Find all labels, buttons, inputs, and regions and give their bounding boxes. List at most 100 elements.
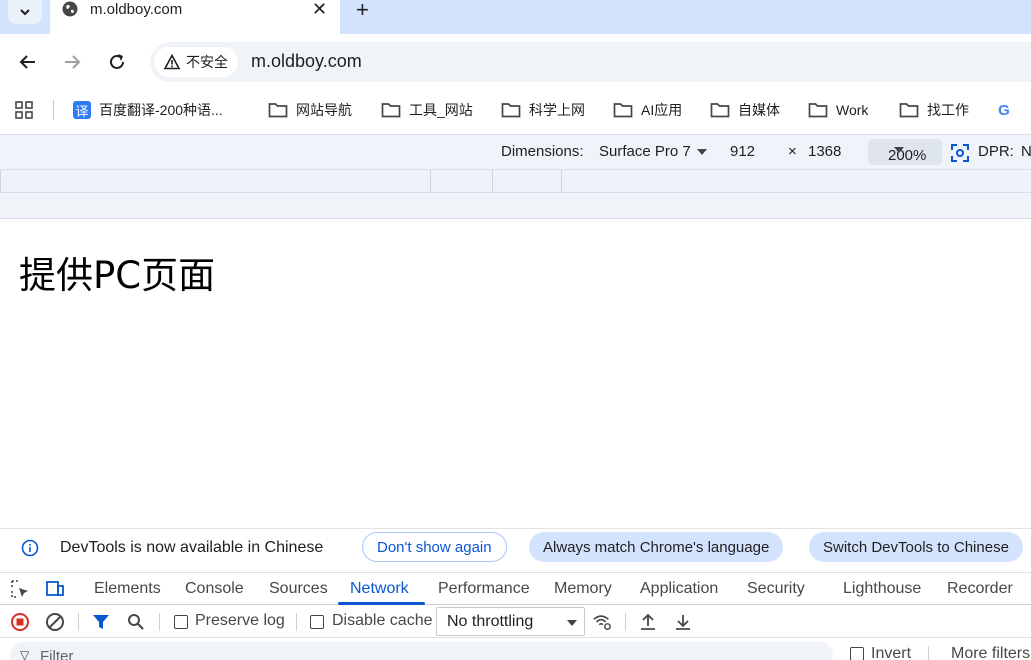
always-match-language-button[interactable]: Always match Chrome's language xyxy=(529,532,784,562)
media-query-segment[interactable] xyxy=(561,170,1031,192)
forward-button[interactable] xyxy=(60,50,84,74)
network-conditions-button[interactable] xyxy=(592,612,612,632)
media-query-bar xyxy=(0,169,1031,193)
folder-icon xyxy=(501,103,521,118)
throttling-select[interactable]: No throttling xyxy=(436,607,585,636)
bookmark-folder-media[interactable]: 自媒体 xyxy=(710,99,780,121)
bookmark-google[interactable]: G xyxy=(996,99,1012,121)
security-chip[interactable]: 不安全 xyxy=(154,47,238,77)
dont-show-again-button[interactable]: Don't show again xyxy=(362,532,507,562)
folder-icon xyxy=(808,103,828,118)
bookmark-label: 百度翻译-200种语... xyxy=(99,102,223,118)
dpr-value[interactable]: N xyxy=(1021,143,1031,160)
tab-recorder[interactable]: Recorder xyxy=(947,580,1013,598)
import-har-button[interactable] xyxy=(638,612,658,632)
media-query-segment[interactable] xyxy=(430,170,492,192)
address-bar[interactable]: 不安全 m.oldboy.com xyxy=(150,42,1031,82)
tab-console[interactable]: Console xyxy=(185,580,244,598)
tab-elements[interactable]: Elements xyxy=(94,580,161,598)
clear-button[interactable] xyxy=(45,612,65,632)
devtools-tabbar: Elements Console Sources Network Perform… xyxy=(0,572,1031,605)
bookmark-label: 自媒体 xyxy=(738,102,780,118)
tab-performance[interactable]: Performance xyxy=(438,580,530,598)
page-viewport: 提供PC页面 xyxy=(0,219,1031,531)
caret-down-icon xyxy=(894,147,904,153)
active-tab[interactable]: m.oldboy.com ✕ xyxy=(50,0,340,34)
invert-label: Invert xyxy=(871,645,912,660)
dimensions-label: Dimensions: xyxy=(501,143,584,160)
bookmark-label: 找工作 xyxy=(927,102,969,118)
height-input[interactable]: 1368 xyxy=(808,143,841,160)
security-label: 不安全 xyxy=(186,54,228,70)
toolbar-separator xyxy=(159,613,160,631)
zoom-select[interactable]: 200% xyxy=(868,139,942,165)
download-icon xyxy=(676,615,690,630)
dpr-label: DPR: xyxy=(978,143,1014,160)
ruler-gutter xyxy=(0,193,1031,219)
bookmark-baidu-fanyi[interactable]: 译 百度翻译-200种语... xyxy=(73,99,223,121)
preserve-log-checkbox[interactable] xyxy=(174,615,188,629)
reload-button[interactable] xyxy=(105,50,129,74)
media-query-segment[interactable] xyxy=(0,170,430,192)
bookmark-folder-jobs[interactable]: 找工作 xyxy=(899,99,969,121)
width-input[interactable]: 912 xyxy=(730,143,755,160)
tab-lighthouse[interactable]: Lighthouse xyxy=(843,580,921,598)
device-name: Surface Pro 7 xyxy=(599,143,691,160)
tab-memory[interactable]: Memory xyxy=(554,580,612,598)
infobar-message: DevTools is now available in Chinese xyxy=(60,539,324,556)
devtools-language-infobar: DevTools is now available in Chinese Don… xyxy=(0,528,1031,572)
new-tab-icon[interactable]: + xyxy=(356,0,369,23)
disable-cache-checkbox[interactable] xyxy=(310,615,324,629)
inspect-element-icon[interactable] xyxy=(10,579,30,599)
reload-icon xyxy=(110,54,124,69)
device-toggle-icon[interactable] xyxy=(45,579,65,599)
invert-checkbox[interactable] xyxy=(850,647,864,660)
info-icon xyxy=(21,539,39,557)
folder-icon xyxy=(899,103,919,118)
bookmark-label: Work xyxy=(836,102,869,118)
tab-sources[interactable]: Sources xyxy=(269,580,328,598)
filter-toggle-button[interactable] xyxy=(91,612,111,632)
warning-icon xyxy=(164,54,180,70)
media-query-segment[interactable] xyxy=(492,170,561,192)
toolbar-separator xyxy=(78,613,79,631)
bookmark-folder-tools[interactable]: 工具_网站 xyxy=(381,99,473,121)
folder-icon xyxy=(381,103,401,118)
bookmark-folder-science[interactable]: 科学上网 xyxy=(501,99,585,121)
folder-icon xyxy=(268,103,288,118)
back-button[interactable] xyxy=(16,50,40,74)
export-har-button[interactable] xyxy=(673,612,693,632)
tab-title: m.oldboy.com xyxy=(90,1,183,18)
rotate-fit-icon[interactable] xyxy=(950,143,970,163)
wifi-settings-icon xyxy=(593,615,611,630)
switch-to-chinese-button[interactable]: Switch DevTools to Chinese xyxy=(809,532,1023,562)
bookmark-folder-ai[interactable]: AI应用 xyxy=(613,99,682,121)
tab-network[interactable]: Network xyxy=(350,580,409,598)
device-select[interactable]: Surface Pro 7 xyxy=(599,143,707,160)
disable-cache-label: Disable cache xyxy=(332,612,433,629)
close-tab-icon[interactable]: ✕ xyxy=(312,0,327,20)
folder-icon xyxy=(613,103,633,118)
clear-icon xyxy=(46,613,64,631)
filter-placeholder: Filter xyxy=(40,648,74,660)
google-icon: G xyxy=(998,101,1010,119)
filter-input[interactable]: ▽ Filter xyxy=(10,642,833,660)
bookmarks-separator xyxy=(53,100,54,120)
bookmark-label: 科学上网 xyxy=(529,102,585,118)
url-text[interactable]: m.oldboy.com xyxy=(251,51,362,72)
toolbar-separator xyxy=(625,613,626,631)
search-icon xyxy=(128,614,144,630)
search-button[interactable] xyxy=(126,612,146,632)
chevron-down-icon xyxy=(20,9,30,16)
filter-funnel-icon: ▽ xyxy=(20,648,30,660)
tab-application[interactable]: Application xyxy=(640,580,718,598)
preserve-log-label: Preserve log xyxy=(195,612,285,629)
tab-search-button[interactable] xyxy=(8,0,42,24)
bookmark-folder-work[interactable]: Work xyxy=(808,99,868,121)
browser-toolbar: 不安全 m.oldboy.com xyxy=(0,34,1031,92)
more-filters-button[interactable]: More filters xyxy=(951,645,1030,660)
tab-security[interactable]: Security xyxy=(747,580,805,598)
bookmark-folder-site-nav[interactable]: 网站导航 xyxy=(268,99,352,121)
record-button[interactable] xyxy=(10,612,30,632)
apps-grid-icon[interactable] xyxy=(15,101,33,119)
